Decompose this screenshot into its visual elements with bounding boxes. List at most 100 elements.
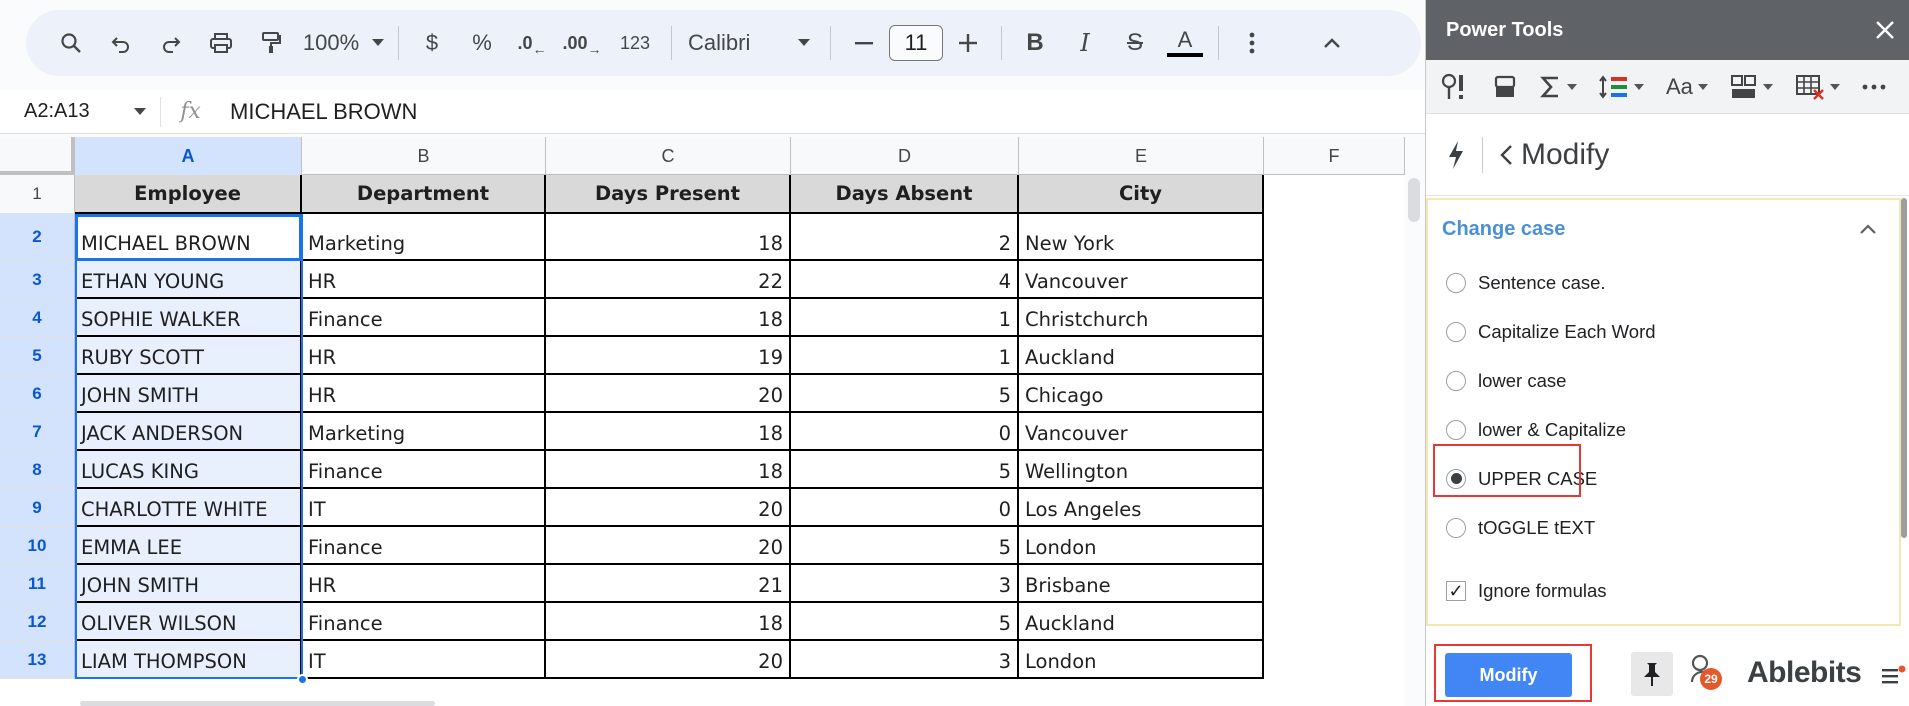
- column-header-a[interactable]: A: [75, 137, 302, 175]
- print-icon[interactable]: [196, 21, 246, 65]
- text-tool[interactable]: Aa: [1666, 74, 1708, 100]
- table-cell[interactable]: 2: [791, 214, 1019, 261]
- name-box[interactable]: A2:A13: [0, 100, 160, 123]
- table-cell[interactable]: 18: [546, 603, 791, 641]
- table-cell[interactable]: EMMA LEE: [75, 527, 302, 565]
- back-chevron-icon[interactable]: [1499, 143, 1513, 167]
- table-cell[interactable]: 20: [546, 527, 791, 565]
- table-cell[interactable]: SOPHIE WALKER: [75, 299, 302, 337]
- menu-icon[interactable]: [1882, 665, 1906, 687]
- table-cell[interactable]: 1: [791, 299, 1019, 337]
- decrease-font-size-icon[interactable]: [839, 21, 889, 65]
- table-cell[interactable]: 1: [791, 337, 1019, 375]
- row-header-10[interactable]: 10: [0, 527, 75, 565]
- radio-button[interactable]: [1446, 321, 1466, 342]
- ignore-formulas-checkbox[interactable]: ✓: [1446, 580, 1466, 601]
- paint-format-icon[interactable]: [246, 21, 296, 65]
- row-header-13[interactable]: 13: [0, 641, 75, 679]
- lightning-icon[interactable]: [1446, 140, 1466, 170]
- table-cell[interactable]: Auckland: [1019, 337, 1264, 375]
- table-header-cell[interactable]: City: [1019, 175, 1264, 214]
- table-cell[interactable]: CHARLOTTE WHITE: [75, 489, 302, 527]
- table-cell[interactable]: HR: [302, 261, 546, 299]
- table-header-cell[interactable]: Employee: [75, 175, 302, 214]
- row-header-12[interactable]: 12: [0, 603, 75, 641]
- split-merge-tool[interactable]: [1599, 74, 1644, 100]
- redo-icon[interactable]: [146, 21, 196, 65]
- ignore-formulas-option[interactable]: ✓ Ignore formulas: [1428, 566, 1899, 615]
- sidebar-scrollbar[interactable]: [1901, 198, 1907, 538]
- table-cell[interactable]: 21: [546, 565, 791, 603]
- table-cell[interactable]: Marketing: [302, 214, 546, 261]
- change-case-header[interactable]: Change case: [1428, 200, 1899, 258]
- table-cell[interactable]: Marketing: [302, 413, 546, 451]
- radio-button[interactable]: [1446, 272, 1466, 293]
- table-cell[interactable]: 20: [546, 641, 791, 679]
- row-header-7[interactable]: 7: [0, 413, 75, 451]
- fill-handle[interactable]: [297, 674, 308, 685]
- table-cell[interactable]: 0: [791, 413, 1019, 451]
- table-cell[interactable]: 5: [791, 451, 1019, 489]
- case-option[interactable]: Capitalize Each Word: [1428, 307, 1899, 356]
- chevron-down-icon[interactable]: [366, 21, 390, 65]
- chevron-down-icon[interactable]: [134, 107, 146, 116]
- undo-icon[interactable]: [96, 21, 146, 65]
- table-cell[interactable]: Auckland: [1019, 603, 1264, 641]
- table-cell[interactable]: Christchurch: [1019, 299, 1264, 337]
- row-header-3[interactable]: 3: [0, 261, 75, 299]
- table-cell[interactable]: New York: [1019, 214, 1264, 261]
- search-icon[interactable]: [46, 21, 96, 65]
- table-cell[interactable]: 18: [546, 413, 791, 451]
- text-color-button[interactable]: A: [1160, 21, 1210, 65]
- table-cell[interactable]: Vancouver: [1019, 261, 1264, 299]
- table-cell[interactable]: 18: [546, 299, 791, 337]
- table-cell[interactable]: IT: [302, 641, 546, 679]
- font-size-input[interactable]: 11: [889, 25, 943, 61]
- row-header-6[interactable]: 6: [0, 375, 75, 413]
- table-cell[interactable]: HR: [302, 337, 546, 375]
- column-header-d[interactable]: D: [791, 137, 1019, 175]
- column-header-b[interactable]: B: [302, 137, 546, 175]
- table-cell[interactable]: 20: [546, 375, 791, 413]
- percent-format-button[interactable]: %: [457, 21, 507, 65]
- table-header-cell[interactable]: Department: [302, 175, 546, 214]
- table-cell[interactable]: HR: [302, 375, 546, 413]
- table-cell[interactable]: Finance: [302, 451, 546, 489]
- horizontal-scrollbar[interactable]: [80, 701, 435, 706]
- case-option[interactable]: tOGGLE tEXT: [1428, 503, 1899, 552]
- case-option[interactable]: Sentence case.: [1428, 258, 1899, 307]
- cell-grid[interactable]: ABCDEF 1 2 3 4 5 6 7 8 9 10 11 12 13 Employee Departme…: [0, 137, 1405, 706]
- radio-button[interactable]: [1446, 517, 1466, 538]
- table-cell[interactable]: London: [1019, 527, 1264, 565]
- table-cell[interactable]: LUCAS KING: [75, 451, 302, 489]
- bold-button[interactable]: B: [1010, 21, 1060, 65]
- clear-tool[interactable]: [1492, 74, 1518, 100]
- row-header-1[interactable]: 1: [0, 175, 75, 214]
- zoom-select[interactable]: 100%: [296, 21, 366, 65]
- table-cell[interactable]: London: [1019, 641, 1264, 679]
- row-header-4[interactable]: 4: [0, 299, 75, 337]
- select-all-corner[interactable]: [0, 137, 75, 175]
- table-cell[interactable]: 5: [791, 527, 1019, 565]
- table-cell[interactable]: IT: [302, 489, 546, 527]
- row-header-9[interactable]: 9: [0, 489, 75, 527]
- radio-button[interactable]: [1446, 419, 1466, 440]
- row-header-8[interactable]: 8: [0, 451, 75, 489]
- table-cell[interactable]: Los Angeles: [1019, 489, 1264, 527]
- italic-button[interactable]: I: [1060, 21, 1110, 65]
- column-header-f[interactable]: F: [1264, 137, 1405, 175]
- table-cell[interactable]: LIAM THOMPSON: [75, 641, 302, 679]
- more-tools[interactable]: [1862, 84, 1886, 90]
- table-cell[interactable]: 3: [791, 565, 1019, 603]
- table-cell[interactable]: 19: [546, 337, 791, 375]
- table-cell[interactable]: 3: [791, 641, 1019, 679]
- row-header-2[interactable]: 2: [0, 214, 75, 261]
- row-header-11[interactable]: 11: [0, 565, 75, 603]
- table-header-cell[interactable]: Days Present: [546, 175, 791, 214]
- table-cell[interactable]: RUBY SCOTT: [75, 337, 302, 375]
- delete-tool[interactable]: [1795, 74, 1840, 100]
- vertical-scrollbar[interactable]: [1408, 178, 1420, 222]
- column-header-e[interactable]: E: [1019, 137, 1264, 175]
- pin-icon[interactable]: [1631, 652, 1673, 696]
- table-cell[interactable]: Chicago: [1019, 375, 1264, 413]
